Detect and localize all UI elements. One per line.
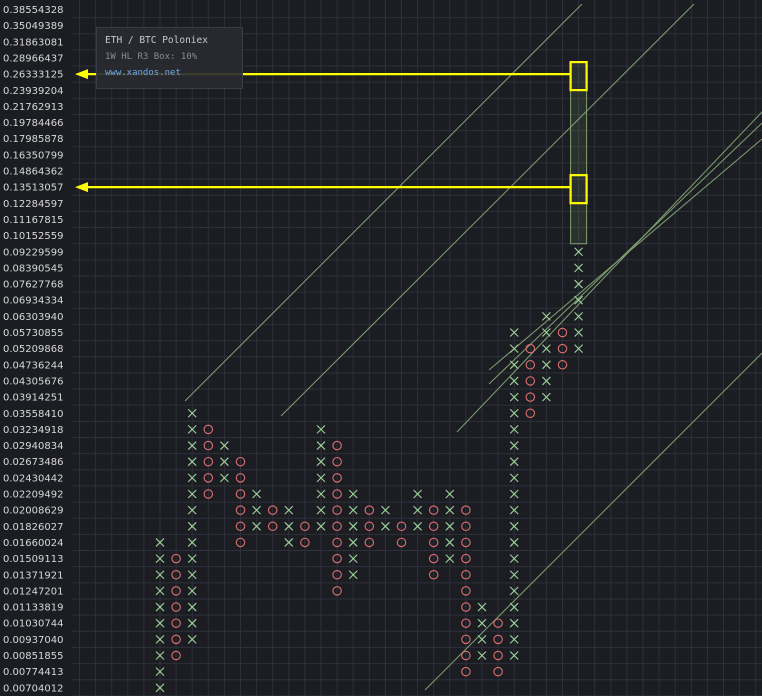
- y-tick-label: 0.01660024: [3, 538, 63, 549]
- y-tick-label: 0.10152559: [3, 231, 63, 242]
- y-tick-label: 0.01826027: [3, 522, 63, 533]
- y-tick-label: 0.13513057: [3, 183, 63, 194]
- pnf-chart: 0.38554328 0.35049389 0.31863081 0.28966437…: [0, 0, 762, 696]
- y-tick-label: 0.12284597: [3, 199, 63, 210]
- y-tick-label: 0.23939204: [3, 86, 63, 97]
- chart-legend: ETH / BTC Poloniex 1W HL R3 Box: 10% www…: [96, 27, 243, 89]
- y-tick-label: 0.02673486: [3, 457, 63, 468]
- y-tick-label: 0.17985878: [3, 134, 63, 145]
- y-tick-label: 0.38554328: [3, 5, 63, 16]
- legend-title: ETH / BTC Poloniex: [105, 35, 208, 46]
- y-tick-label: 0.00851855: [3, 651, 63, 662]
- y-tick-label: 0.26333125: [3, 70, 63, 81]
- y-tick-label: 0.01030744: [3, 619, 63, 630]
- y-tick-label: 0.02209492: [3, 490, 63, 501]
- y-tick-label: 0.05730855: [3, 328, 63, 339]
- y-axis: 0.38554328 0.35049389 0.31863081 0.28966437…: [3, 5, 63, 694]
- y-tick-label: 0.05209868: [3, 344, 63, 355]
- y-tick-label: 0.01509113: [3, 554, 63, 565]
- y-tick-label: 0.01133819: [3, 603, 63, 614]
- y-tick-label: 0.00704012: [3, 683, 63, 694]
- y-tick-label: 0.11167815: [3, 215, 63, 226]
- y-tick-label: 0.04736244: [3, 360, 63, 371]
- y-tick-label: 0.16350799: [3, 150, 63, 161]
- y-tick-label: 0.08390545: [3, 263, 63, 274]
- y-tick-label: 0.02940834: [3, 441, 63, 452]
- y-tick-label: 0.04305676: [3, 376, 63, 387]
- y-tick-label: 0.03914251: [3, 393, 63, 404]
- chart-background: [0, 0, 762, 696]
- y-tick-label: 0.19784466: [3, 118, 63, 129]
- y-tick-label: 0.35049389: [3, 21, 63, 32]
- y-tick-label: 0.03558410: [3, 409, 63, 420]
- y-tick-label: 0.21762913: [3, 102, 63, 113]
- y-tick-label: 0.01371921: [3, 570, 63, 581]
- y-tick-label: 0.31863081: [3, 37, 63, 48]
- legend-url-link[interactable]: www.xandos.net: [105, 68, 181, 78]
- y-tick-label: 0.06303940: [3, 312, 63, 323]
- y-tick-label: 0.14864362: [3, 167, 63, 178]
- y-tick-label: 0.28966437: [3, 53, 63, 64]
- legend-subtitle: 1W HL R3 Box: 10%: [105, 52, 198, 62]
- y-tick-label: 0.03234918: [3, 425, 63, 436]
- y-tick-label: 0.00937040: [3, 635, 63, 646]
- y-tick-label: 0.09229599: [3, 247, 63, 258]
- y-tick-label: 0.00774413: [3, 667, 63, 678]
- y-tick-label: 0.06934334: [3, 296, 63, 307]
- y-tick-label: 0.01247201: [3, 586, 63, 597]
- y-tick-label: 0.02008629: [3, 506, 63, 517]
- y-tick-label: 0.02430442: [3, 473, 63, 484]
- y-tick-label: 0.07627768: [3, 280, 63, 291]
